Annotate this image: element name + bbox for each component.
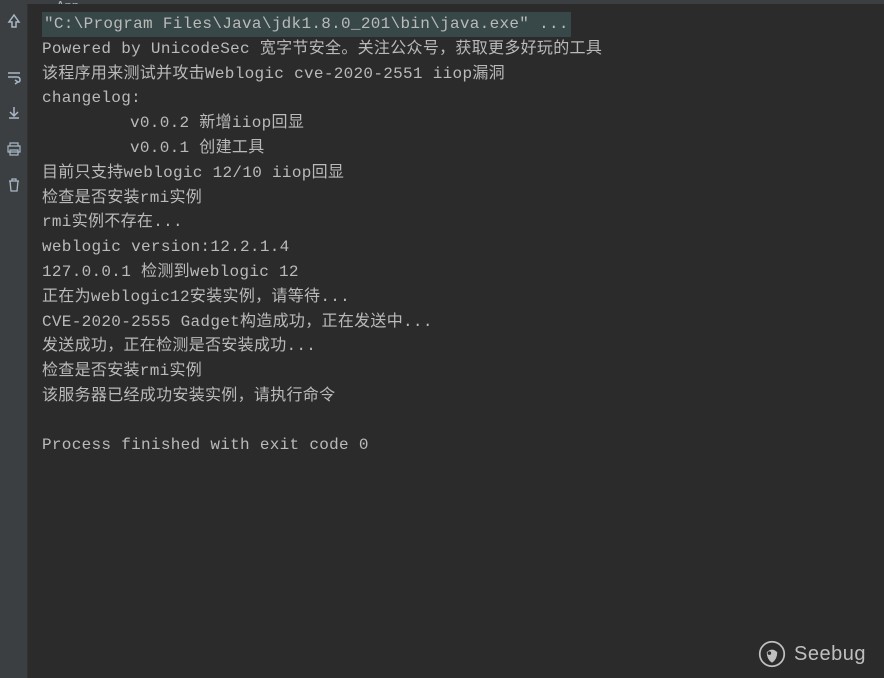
output-line (42, 409, 870, 433)
output-line: v0.0.2 新增iiop回显 (42, 111, 870, 136)
output-line: v0.0.1 创建工具 (42, 136, 870, 161)
print-icon[interactable] (5, 140, 23, 158)
console-output: "C:\Program Files\Java\jdk1.8.0_201\bin\… (28, 4, 884, 678)
watermark: Seebug (758, 640, 866, 668)
run-tab[interactable]: App (48, 0, 87, 4)
output-line: Process finished with exit code 0 (42, 433, 870, 458)
up-arrow-icon[interactable] (5, 12, 23, 30)
toggle-wrap-icon[interactable] (5, 68, 23, 86)
output-line: rmi实例不存在... (42, 210, 870, 235)
output-line: changelog: (42, 86, 870, 111)
seebug-logo-icon (758, 640, 786, 668)
tab-label: App (56, 0, 79, 4)
output-line: Powered by UnicodeSec 宽字节安全。关注公众号，获取更多好玩… (42, 37, 870, 62)
output-line: 该程序用来测试并攻击Weblogic cve-2020-2551 iiop漏洞 (42, 62, 870, 87)
output-line: weblogic version:12.2.1.4 (42, 235, 870, 260)
output-line: 127.0.0.1 检测到weblogic 12 (42, 260, 870, 285)
command-line: "C:\Program Files\Java\jdk1.8.0_201\bin\… (42, 12, 571, 37)
output-line: 该服务器已经成功安装实例，请执行命令 (42, 384, 870, 409)
watermark-text: Seebug (794, 643, 866, 666)
output-line: 正在为weblogic12安装实例，请等待... (42, 285, 870, 310)
output-line: 检查是否安装rmi实例 (42, 186, 870, 211)
trash-icon[interactable] (5, 176, 23, 194)
output-line: 发送成功，正在检测是否安装成功... (42, 334, 870, 359)
output-line: CVE-2020-2555 Gadget构造成功，正在发送中... (42, 310, 870, 335)
download-icon[interactable] (5, 104, 23, 122)
tool-gutter (0, 4, 28, 678)
output-line: 检查是否安装rmi实例 (42, 359, 870, 384)
output-line: 目前只支持weblogic 12/10 iiop回显 (42, 161, 870, 186)
